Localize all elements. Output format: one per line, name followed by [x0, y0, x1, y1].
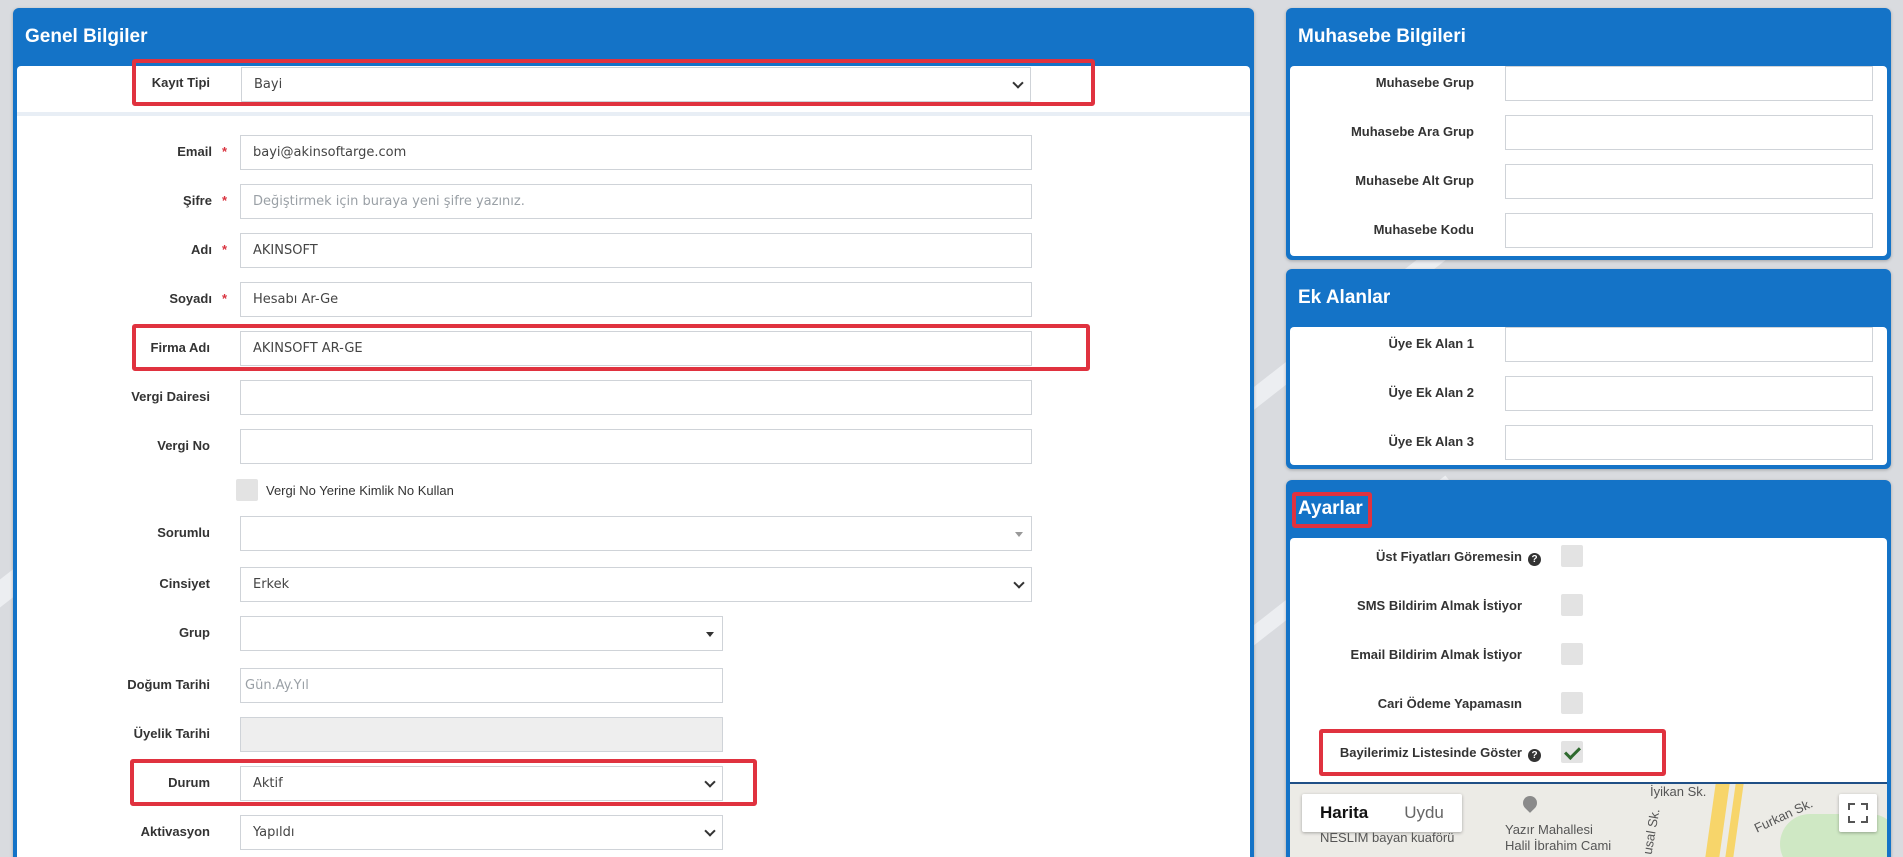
- panel-title: Muhasebe Bilgileri: [1298, 26, 1466, 47]
- birth-date-placeholder: Gün.Ay.Yıl: [245, 678, 309, 693]
- last-name-field[interactable]: Hesabı Ar-Ge: [240, 282, 1032, 317]
- member-date-label: Üyelik Tarihi: [133, 726, 210, 741]
- hide-top-prices-label: Üst Fiyatları Göremesin?: [1300, 549, 1541, 566]
- extra-field-1-input[interactable]: [1505, 327, 1873, 362]
- panel-title: Ek Alanlar: [1298, 287, 1391, 308]
- accounting-sub-group-field[interactable]: [1505, 164, 1873, 199]
- accounting-mid-group-label: Muhasebe Ara Grup: [1350, 124, 1474, 139]
- tax-no-field[interactable]: [240, 429, 1032, 464]
- password-field[interactable]: Değiştirmek için buraya yeni şifre yazın…: [240, 184, 1032, 219]
- activation-select[interactable]: Yapıldı: [240, 815, 723, 850]
- email-notify-checkbox[interactable]: [1561, 643, 1583, 665]
- chevron-down-icon: [704, 825, 716, 837]
- required-mark: *: [221, 242, 227, 257]
- accounting-group-field[interactable]: [1505, 66, 1873, 101]
- tax-no-label: Vergi No: [157, 438, 210, 453]
- email-label: Email *: [177, 144, 227, 159]
- hide-top-prices-checkbox[interactable]: [1561, 545, 1583, 567]
- accounting-mid-group-field[interactable]: [1505, 115, 1873, 150]
- extra-field-3-input[interactable]: [1505, 425, 1873, 460]
- group-select[interactable]: [240, 616, 723, 651]
- required-mark: *: [221, 193, 227, 208]
- group-label: Grup: [178, 625, 210, 640]
- gender-label: Cinsiyet: [159, 576, 210, 591]
- first-name-field[interactable]: AKINSOFT: [240, 233, 1032, 268]
- map-label: usal Sk.: [1639, 807, 1663, 856]
- help-icon[interactable]: ?: [1528, 553, 1541, 566]
- email-field[interactable]: bayi@akinsoftarge.com: [240, 135, 1032, 170]
- caret-down-icon: [1015, 532, 1023, 537]
- accounting-code-field[interactable]: [1505, 213, 1873, 248]
- extra-field-2-label: Üye Ek Alan 2: [1388, 385, 1474, 400]
- fullscreen-button[interactable]: [1839, 794, 1877, 832]
- highlight-box: [1319, 729, 1666, 776]
- activation-value: Yapıldı: [253, 825, 295, 840]
- activation-label: Aktivasyon: [140, 824, 210, 839]
- first-name-label: Adı *: [190, 242, 227, 257]
- password-label: Şifre *: [183, 193, 227, 208]
- tab-satellite[interactable]: Uydu: [1386, 794, 1462, 832]
- member-date-field: [240, 717, 723, 752]
- tab-map[interactable]: Harita: [1302, 794, 1386, 832]
- map-pin-icon[interactable]: [1520, 793, 1540, 813]
- highlight-box: [1292, 492, 1372, 528]
- gender-value: Erkek: [253, 577, 290, 592]
- accounting-sub-group-label: Muhasebe Alt Grup: [1355, 173, 1474, 188]
- extra-field-2-input[interactable]: [1505, 376, 1873, 411]
- use-id-no-label: Vergi No Yerine Kimlik No Kullan: [266, 483, 454, 498]
- last-name-value: Hesabı Ar-Ge: [253, 292, 339, 307]
- map-label: NESLIM bayan kuaförü: [1320, 830, 1455, 845]
- extra-field-3-label: Üye Ek Alan 3: [1388, 434, 1474, 449]
- required-mark: *: [221, 291, 227, 306]
- first-name-value: AKINSOFT: [253, 243, 318, 258]
- gender-select[interactable]: Erkek: [240, 567, 1032, 602]
- sms-notify-label: SMS Bildirim Almak İstiyor: [1357, 598, 1522, 613]
- accounting-group-label: Muhasebe Grup: [1375, 75, 1474, 90]
- sms-notify-checkbox[interactable]: [1561, 594, 1583, 616]
- accounting-code-label: Muhasebe Kodu: [1373, 222, 1474, 237]
- highlight-box: [132, 324, 1090, 371]
- extra-field-1-label: Üye Ek Alan 1: [1388, 336, 1474, 351]
- map-label: İyikan Sk.: [1650, 784, 1707, 799]
- highlight-box: [132, 59, 1095, 106]
- last-name-label: Soyadı *: [169, 291, 227, 306]
- birth-date-field[interactable]: Gün.Ay.Yıl: [240, 668, 723, 703]
- highlight-box: [130, 759, 757, 806]
- use-id-no-checkbox[interactable]: [236, 479, 258, 501]
- section-divider: [17, 112, 1250, 116]
- no-payment-label: Cari Ödeme Yapamasın: [1377, 696, 1522, 711]
- responsible-label: Sorumlu: [157, 525, 210, 540]
- fullscreen-icon: [1848, 803, 1855, 810]
- chevron-down-icon: [1013, 577, 1025, 589]
- email-value: bayi@akinsoftarge.com: [253, 145, 407, 160]
- tax-office-label: Vergi Dairesi: [131, 389, 210, 404]
- responsible-select[interactable]: [240, 516, 1032, 551]
- no-payment-checkbox[interactable]: [1561, 692, 1583, 714]
- email-notify-label: Email Bildirim Almak İstiyor: [1350, 647, 1522, 662]
- location-map[interactable]: Harita Uydu NESLIM bayan kuaförü Yazır M…: [1290, 782, 1887, 857]
- panel-title: Genel Bilgiler: [25, 26, 148, 47]
- required-mark: *: [221, 144, 227, 159]
- caret-down-icon: [706, 632, 714, 637]
- birth-date-label: Doğum Tarihi: [127, 677, 210, 692]
- password-placeholder: Değiştirmek için buraya yeni şifre yazın…: [253, 194, 525, 209]
- map-type-tabs: Harita Uydu: [1302, 794, 1462, 832]
- map-label: Halil İbrahim Cami: [1505, 838, 1612, 853]
- tax-office-field[interactable]: [240, 380, 1032, 415]
- map-label: Yazır Mahallesi: [1505, 822, 1593, 837]
